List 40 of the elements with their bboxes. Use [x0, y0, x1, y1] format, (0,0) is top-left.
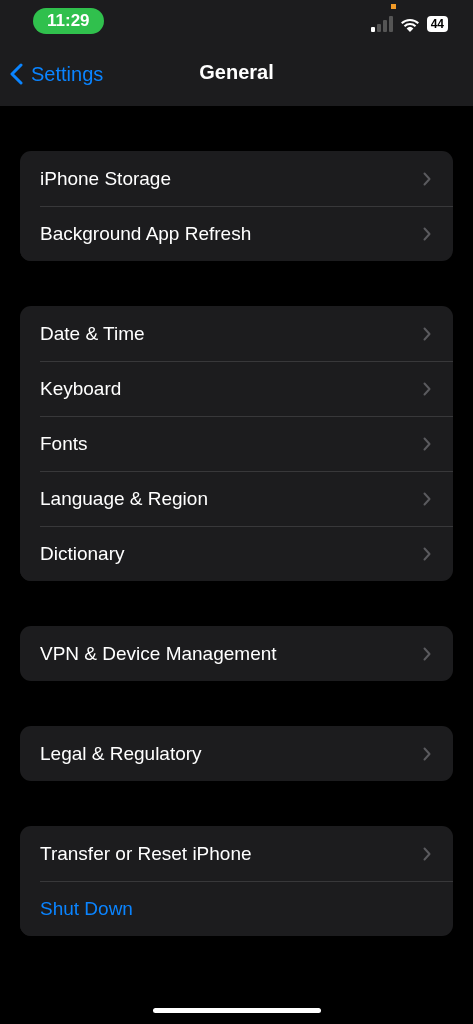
wifi-icon — [399, 16, 420, 32]
settings-row[interactable]: Language & Region — [20, 471, 453, 526]
row-label: Background App Refresh — [40, 222, 252, 245]
settings-row[interactable]: Transfer or Reset iPhone — [20, 826, 453, 881]
row-label: VPN & Device Management — [40, 642, 277, 665]
settings-row[interactable]: Dictionary — [20, 526, 453, 581]
chevron-icon — [423, 326, 431, 341]
signal-icon — [370, 16, 393, 32]
row-label: Fonts — [40, 432, 88, 455]
row-label: iPhone Storage — [40, 167, 171, 190]
screen-title: General — [199, 61, 274, 84]
row-label: Transfer or Reset iPhone — [40, 842, 252, 865]
chevron-icon — [423, 381, 431, 396]
chevron-icon — [423, 746, 431, 761]
chevron-icon — [423, 491, 431, 506]
row-label: Date & Time — [40, 322, 145, 345]
settings-row[interactable]: Legal & Regulatory — [20, 726, 453, 781]
back-chevron-icon — [10, 63, 23, 85]
row-label: Legal & Regulatory — [40, 742, 202, 765]
row-label: Keyboard — [40, 377, 122, 400]
settings-row[interactable]: Fonts — [20, 416, 453, 471]
row-label: Language & Region — [40, 487, 208, 510]
chevron-icon — [423, 846, 431, 861]
back-button[interactable]: Settings — [10, 62, 104, 86]
action-link: Shut Down — [40, 897, 133, 920]
chevron-icon — [423, 646, 431, 661]
chevron-icon — [423, 171, 431, 186]
chevron-icon — [423, 546, 431, 561]
settings-row[interactable]: Keyboard — [20, 361, 453, 416]
battery-level: 44 — [426, 16, 448, 32]
privacy-indicator-icon — [390, 4, 396, 9]
time-badge: 11:29 — [33, 8, 104, 34]
settings-row[interactable]: Date & Time — [20, 306, 453, 361]
settings-row[interactable]: Shut Down — [20, 881, 453, 936]
chevron-icon — [423, 436, 431, 451]
settings-row[interactable]: Background App Refresh — [20, 206, 453, 261]
row-label: Dictionary — [40, 542, 125, 565]
chevron-icon — [423, 226, 431, 241]
settings-row[interactable]: VPN & Device Management — [20, 626, 453, 681]
settings-row[interactable]: iPhone Storage — [20, 151, 453, 206]
